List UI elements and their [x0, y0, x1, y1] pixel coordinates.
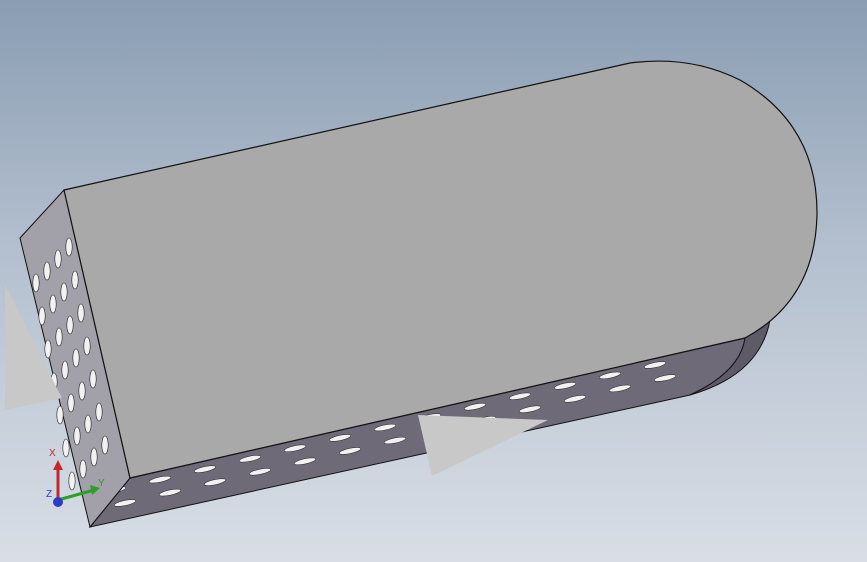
z-axis-label: Z: [46, 489, 52, 500]
x-axis-label: X: [49, 448, 56, 459]
front-hole: [84, 414, 92, 434]
front-hole: [38, 306, 46, 326]
front-hole: [71, 270, 79, 290]
front-hole: [54, 249, 62, 269]
front-hole: [78, 381, 86, 401]
front-hole: [44, 339, 52, 359]
front-hole: [49, 294, 57, 314]
front-hole: [79, 459, 87, 479]
z-axis-dot: [53, 497, 63, 507]
front-hole: [62, 438, 70, 458]
front-hole: [67, 393, 75, 413]
front-hole: [32, 273, 40, 293]
y-axis-label: Y: [98, 478, 105, 489]
front-hole: [89, 369, 97, 389]
drag-arrow-bottom-icon[interactable]: [418, 415, 548, 476]
front-hole: [65, 237, 73, 257]
front-hole: [101, 435, 109, 455]
front-hole: [55, 327, 63, 347]
graphics-viewport[interactable]: X Y Z: [0, 0, 867, 562]
front-hole: [60, 282, 68, 302]
front-hole: [61, 360, 69, 380]
front-hole: [66, 315, 74, 335]
front-hole: [95, 402, 103, 422]
front-hole: [56, 405, 64, 425]
front-hole: [43, 261, 51, 281]
front-hole: [73, 426, 81, 446]
model-canvas[interactable]: X Y Z: [0, 0, 867, 562]
front-hole: [83, 336, 91, 356]
front-hole: [68, 471, 76, 491]
front-hole: [90, 447, 98, 467]
front-hole: [72, 348, 80, 368]
front-hole: [77, 303, 85, 323]
